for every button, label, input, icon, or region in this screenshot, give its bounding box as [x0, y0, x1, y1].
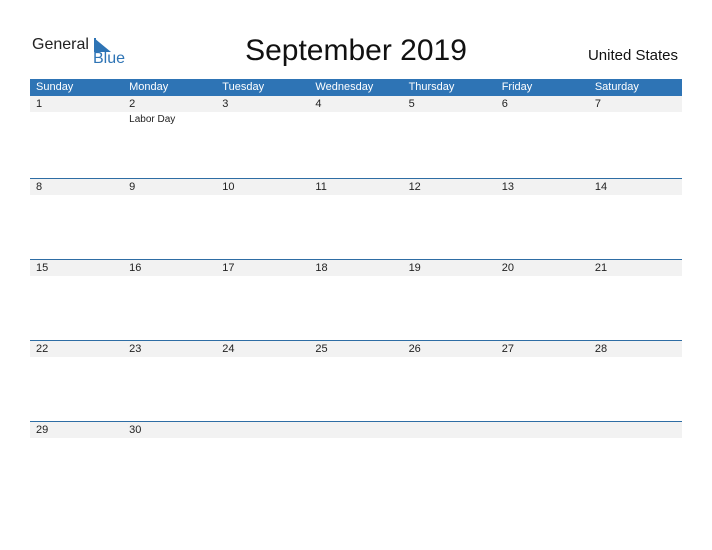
event-row [30, 438, 682, 440]
day-cell: 18 [315, 262, 328, 274]
event-row [30, 276, 682, 278]
day-cell: 25 [315, 343, 328, 355]
day-cell: 27 [501, 343, 514, 355]
weekday-wednesday: Wednesday [315, 81, 374, 93]
day-cell: 14 [594, 181, 608, 193]
holiday-label [403, 195, 496, 197]
holiday-label [309, 276, 402, 278]
holiday-label [309, 357, 402, 359]
day-cell [403, 422, 496, 438]
holiday-label [496, 438, 589, 440]
holiday-label [30, 276, 123, 278]
day-cell: 17 [222, 262, 235, 274]
day-cell: 12 [408, 181, 421, 193]
holiday-label [30, 112, 123, 125]
holiday-label [123, 276, 216, 278]
date-band: 1 2 3 4 5 6 7 [30, 96, 682, 112]
day-cell: 1 [36, 98, 43, 110]
holiday-label [30, 357, 123, 359]
holiday-label [589, 357, 682, 359]
day-cell: 9 [129, 181, 136, 193]
day-cell [216, 422, 309, 438]
day-cell: 10 [222, 181, 235, 193]
weekday-sunday: Sunday [36, 81, 74, 93]
holiday-label [403, 357, 496, 359]
day-cell: 21 [594, 262, 608, 274]
day-cell [309, 422, 402, 438]
calendar-grid: Sunday Monday Tuesday Wednesday Thursday Frid… [30, 79, 682, 502]
holiday-label [309, 195, 402, 197]
day-cell: 5 [408, 98, 415, 110]
day-cell: 28 [594, 343, 608, 355]
week-row: 1 2 3 4 5 6 7 Labor Day [30, 96, 682, 178]
country-label: United States [587, 47, 678, 64]
weekday-monday: Monday [129, 81, 169, 93]
holiday-label [496, 276, 589, 278]
holiday-label [123, 438, 216, 440]
day-cell: 30 [129, 424, 142, 436]
day-cell [589, 422, 682, 438]
week-row: 8 9 10 11 12 13 14 [30, 178, 682, 259]
holiday-label [589, 276, 682, 278]
day-cell: 29 [36, 424, 49, 436]
weekday-saturday: Saturday [594, 81, 639, 93]
day-cell: 20 [501, 262, 514, 274]
holiday-label [123, 195, 216, 197]
day-cell: 6 [501, 98, 508, 110]
day-cell: 3 [222, 98, 229, 110]
holiday-label [589, 438, 682, 440]
day-cell: 11 [315, 181, 327, 193]
day-cell: 22 [36, 343, 49, 355]
date-band: 29 30 [30, 422, 682, 438]
holiday-label [403, 438, 496, 440]
holiday-label [403, 112, 496, 125]
date-band: 22 23 24 25 26 27 28 [30, 341, 682, 357]
day-cell: 24 [222, 343, 235, 355]
day-cell: 2 [129, 98, 136, 110]
day-cell: 15 [36, 262, 49, 274]
holiday-label [496, 357, 589, 359]
holiday-label [30, 195, 123, 197]
holiday-label [216, 276, 309, 278]
holiday-label [589, 112, 682, 125]
date-band: 15 16 17 18 19 20 21 [30, 260, 682, 276]
weekday-tuesday: Tuesday [222, 81, 265, 93]
weekday-thursday: Thursday [408, 81, 455, 93]
day-cell: 13 [501, 181, 514, 193]
holiday-label [123, 357, 216, 359]
day-cell: 4 [315, 98, 322, 110]
day-cell: 26 [408, 343, 421, 355]
holiday-label [496, 195, 589, 197]
day-cell: 19 [408, 262, 421, 274]
day-cell: 8 [36, 181, 43, 193]
holiday-label [403, 276, 496, 278]
holiday-label [496, 112, 589, 125]
holiday-label [216, 195, 309, 197]
holiday-label [30, 438, 123, 440]
day-cell: 7 [594, 98, 601, 110]
event-row [30, 195, 682, 197]
day-cell: 16 [129, 262, 142, 274]
holiday-label [309, 112, 402, 125]
holiday-label [589, 195, 682, 197]
holiday-label [309, 438, 402, 440]
holiday-label: Labor Day [129, 114, 176, 125]
week-row: 29 30 [30, 421, 682, 502]
event-row: Labor Day [30, 112, 682, 125]
week-row: 15 16 17 18 19 20 21 [30, 259, 682, 340]
weekday-friday: Friday [501, 81, 533, 93]
holiday-label [216, 438, 309, 440]
holiday-label [216, 357, 309, 359]
weekday-header: Sunday Monday Tuesday Wednesday Thursday Frid… [30, 79, 682, 96]
day-cell [496, 422, 589, 438]
week-row: 22 23 24 25 26 27 28 [30, 340, 682, 421]
date-band: 8 9 10 11 12 13 14 [30, 179, 682, 195]
event-row [30, 357, 682, 359]
day-cell: 23 [129, 343, 142, 355]
holiday-label [216, 112, 309, 125]
